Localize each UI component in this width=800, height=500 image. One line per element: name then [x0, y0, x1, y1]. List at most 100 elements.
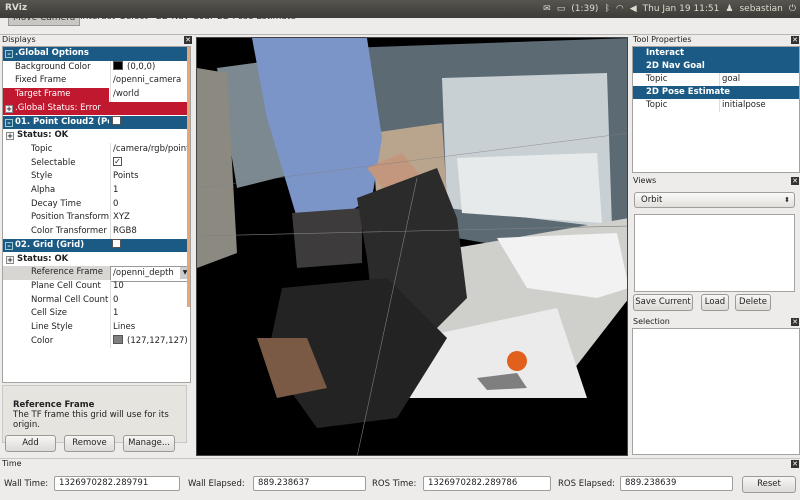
selectable-checkbox[interactable]: ✓ — [113, 156, 122, 166]
bg-color-value[interactable]: (0,0,0) — [110, 60, 190, 75]
reset-button[interactable]: Reset — [742, 476, 796, 493]
tool-interact[interactable]: Interact — [76, 18, 119, 26]
global-options-row[interactable]: – .Global Options — [3, 47, 190, 61]
saved-views-list[interactable] — [634, 214, 795, 292]
pointcloud-display-row[interactable]: –01. Point Cloud2 (Po ✓ — [3, 115, 190, 130]
pc-selectable-row[interactable]: Selectable ✓ — [3, 156, 190, 171]
target-frame-row[interactable]: Target Frame/world — [3, 88, 190, 102]
grid-name: 02. Grid (Grid) — [15, 239, 85, 250]
target-frame-value[interactable]: /world — [110, 88, 190, 102]
grid-color-swatch[interactable] — [113, 334, 123, 344]
add-button[interactable]: Add — [5, 435, 56, 452]
ros-elapsed-field[interactable]: 889.238639 — [620, 476, 733, 491]
tp-pose-topic-value[interactable]: initialpose — [719, 99, 799, 112]
tool-2d-nav-goal[interactable]: 2D Nav Goal — [152, 18, 216, 26]
load-button[interactable]: Load — [701, 294, 729, 311]
clock[interactable]: Thu Jan 19 11:51 — [643, 4, 720, 14]
grid-plane-count-row[interactable]: Plane Cell Count 10 — [3, 279, 190, 294]
grid-normal-count-value[interactable]: 0 — [110, 293, 190, 308]
grid-status-label: Status: OK — [17, 253, 69, 264]
user-name[interactable]: sebastian — [739, 4, 782, 14]
close-icon[interactable]: ✕ — [184, 36, 192, 44]
grid-normal-count-row[interactable]: Normal Cell Count 0 — [3, 293, 190, 308]
fixed-frame-value[interactable]: /openni_camera — [110, 74, 190, 89]
view-type-select[interactable]: Orbit ⬍ — [634, 192, 795, 208]
tp-nav-topic-value[interactable]: goal — [719, 73, 799, 86]
pc-style-row[interactable]: Style Points — [3, 170, 190, 184]
grid-display-row[interactable]: –02. Grid (Grid) ✓ — [3, 238, 190, 253]
tool-move-camera[interactable]: Move Camera — [8, 18, 81, 26]
grid-line-style-row[interactable]: Line Style Lines — [3, 321, 190, 335]
pointcloud-enabled-checkbox[interactable]: ✓ — [112, 115, 121, 125]
bluetooth-icon[interactable]: ᛒ — [604, 4, 609, 14]
ros-time-label: ROS Time: — [372, 479, 417, 489]
battery-icon[interactable]: ▭ — [557, 4, 566, 14]
grid-line-style-value[interactable]: Lines — [110, 321, 190, 335]
save-current-button[interactable]: Save Current — [633, 294, 693, 311]
tp-nav-goal-row[interactable]: 2D Nav Goal — [633, 60, 799, 73]
global-options-label: .Global Options — [15, 48, 89, 58]
pc-topic-value[interactable]: /camera/rgb/points — [110, 142, 190, 157]
ros-time-field[interactable]: 1326970282.289786 — [423, 476, 551, 491]
pc-status-row[interactable]: + Status: OK — [3, 129, 190, 143]
grid-color-value[interactable]: (127,127,127) — [110, 334, 190, 349]
wall-time-field[interactable]: 1326970282.289791 — [54, 476, 180, 491]
delete-button[interactable]: Delete — [735, 294, 771, 311]
views-panel: Views ✕ Orbit ⬍ Save Current Load Delete — [631, 176, 800, 314]
point-cloud-render[interactable] — [197, 38, 628, 456]
pc-col-tf-row[interactable]: Color Transformer RGB8 — [3, 225, 190, 239]
selection-tree[interactable] — [632, 328, 800, 455]
tool-properties-title-text: Tool Properties — [633, 35, 692, 44]
wifi-icon[interactable]: ◠ — [616, 4, 624, 14]
tp-pose-est-row[interactable]: 2D Pose Estimate — [633, 86, 799, 99]
remove-button[interactable]: Remove — [64, 435, 115, 452]
power-icon[interactable]: ⏻ — [789, 4, 796, 14]
displays-scrollbar[interactable] — [187, 47, 190, 307]
tp-pose-topic-row[interactable]: Topic initialpose — [633, 99, 799, 112]
pc-pos-tf-value[interactable]: XYZ — [110, 211, 190, 226]
grid-plane-count-label: Plane Cell Count — [31, 280, 101, 291]
displays-title-text: Displays — [2, 35, 36, 44]
grid-cell-size-value[interactable]: 1 — [110, 307, 190, 321]
manage-button[interactable]: Manage... — [123, 435, 175, 452]
ros-elapsed-label: ROS Elapsed: — [558, 479, 615, 489]
close-icon[interactable]: ✕ — [791, 460, 799, 468]
grid-cell-size-label: Cell Size — [31, 308, 68, 319]
grid-normal-count-label: Normal Cell Count — [31, 294, 109, 305]
tp-nav-topic-row[interactable]: Topic goal — [633, 73, 799, 86]
tp-interact-row[interactable]: Interact — [633, 47, 799, 60]
pc-alpha-value[interactable]: 1 — [110, 184, 190, 198]
pc-alpha-row[interactable]: Alpha 1 — [3, 184, 190, 198]
bg-color-swatch[interactable] — [113, 60, 123, 70]
pc-col-tf-value[interactable]: RGB8 — [110, 225, 190, 239]
tool-select[interactable]: Select — [116, 18, 152, 26]
grid-ref-frame-row[interactable]: Reference Frame/openni_depth ▼ — [3, 266, 190, 282]
bg-color-row[interactable]: Background Color (0,0,0) — [3, 60, 190, 75]
pc-style-label: Style — [31, 171, 53, 182]
grid-color-row[interactable]: Color (127,127,127) — [3, 334, 190, 349]
global-status-row[interactable]: + .Global Status: Error — [3, 101, 190, 116]
grid-status-row[interactable]: + Status: OK — [3, 253, 190, 267]
3d-viewport[interactable] — [196, 37, 628, 456]
displays-title: Displays ✕ — [0, 35, 193, 45]
displays-tree[interactable]: – .Global Options Background Color (0,0,0)… — [2, 46, 191, 383]
close-icon[interactable]: ✕ — [791, 318, 799, 326]
fixed-frame-row[interactable]: Fixed Frame/openni_camera — [3, 74, 190, 89]
pc-topic-row[interactable]: Topic/camera/rgb/points — [3, 142, 190, 157]
close-icon[interactable]: ✕ — [791, 36, 799, 44]
pc-style-value[interactable]: Points — [110, 170, 190, 184]
pc-decay-value[interactable]: 0 — [110, 197, 190, 212]
close-icon[interactable]: ✕ — [791, 177, 799, 185]
pc-pos-tf-row[interactable]: Position Transform XYZ — [3, 211, 190, 226]
grid-cell-size-row[interactable]: Cell Size 1 — [3, 307, 190, 321]
grid-enabled-checkbox[interactable]: ✓ — [112, 238, 121, 248]
time-title: Time ✕ — [0, 459, 800, 469]
mail-icon[interactable]: ✉ — [543, 4, 551, 14]
wall-elapsed-field[interactable]: 889.238637 — [253, 476, 366, 491]
grid-plane-count-value[interactable]: 10 — [110, 279, 190, 294]
pc-decay-row[interactable]: Decay Time 0 — [3, 197, 190, 212]
volume-icon[interactable]: ◀ — [630, 4, 637, 14]
system-top-bar: RViz ✉ ▭ (1:39) ᛒ ◠ ◀ Thu Jan 19 11:51 ♟… — [0, 0, 800, 18]
tool-2d-pose-estimate[interactable]: 2D Pose Estimate — [213, 18, 300, 26]
tool-properties-tree[interactable]: Interact 2D Nav Goal Topic goal 2D Pose E… — [632, 46, 800, 173]
